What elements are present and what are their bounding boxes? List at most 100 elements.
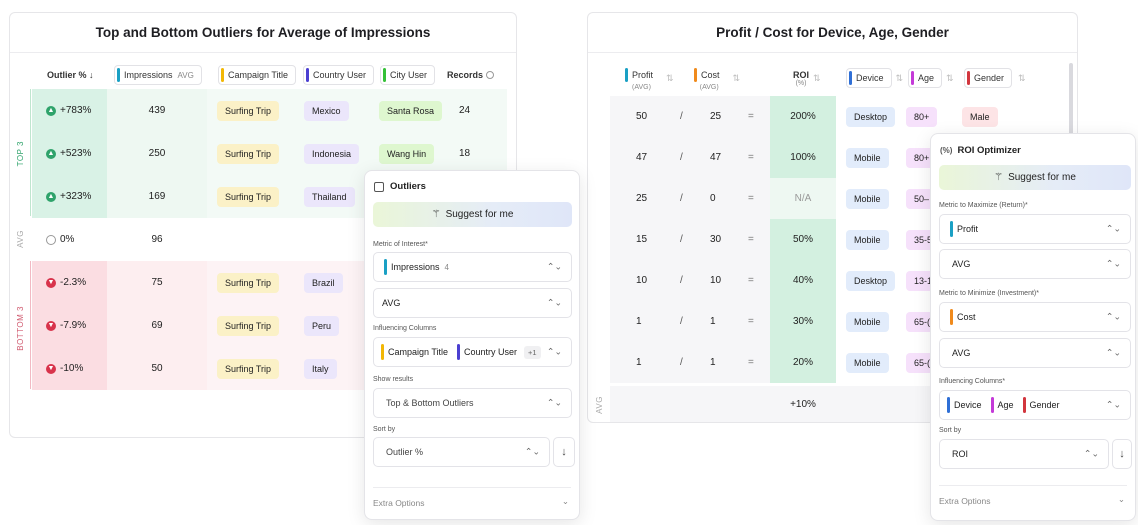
- chevron-down-icon[interactable]: ⌄: [1118, 494, 1125, 505]
- arrow-down-icon: ▼: [46, 363, 56, 374]
- device-tag[interactable]: Mobile: [846, 229, 889, 250]
- outliers-card-title: Top and Bottom Outliers for Average of I…: [10, 13, 516, 53]
- roi-value: 50%: [770, 219, 836, 260]
- device-tag[interactable]: Desktop: [846, 270, 896, 291]
- profit-cost-cells: 1 / 1 =: [610, 301, 770, 342]
- outliers-suggest-button[interactable]: ⚚ Suggest for me: [373, 202, 572, 227]
- header-device[interactable]: Device ⇅: [846, 61, 903, 95]
- maximize-select[interactable]: Profit ⌃⌄: [939, 214, 1131, 244]
- profit-value: 47: [636, 152, 648, 163]
- device-tag[interactable]: Mobile: [846, 188, 889, 209]
- campaign-tag[interactable]: Surfing Trip: [217, 272, 280, 293]
- neutral-icon: [46, 234, 56, 245]
- country-tag[interactable]: Indonesia: [304, 143, 360, 164]
- outlier-pct-cell: ▲ +323%: [32, 175, 107, 218]
- header-impressions[interactable]: Impressions AVG: [114, 58, 202, 92]
- campaign-tag[interactable]: Surfing Trip: [217, 315, 280, 336]
- campaign-tag[interactable]: Surfing Trip: [217, 143, 280, 164]
- roi-sort-direction-button[interactable]: ↓: [1112, 439, 1132, 469]
- records-value: 18: [459, 148, 471, 159]
- minimize-select[interactable]: Cost ⌃⌄: [939, 302, 1131, 332]
- extra-options-toggle[interactable]: Extra Options: [373, 498, 425, 508]
- profit-value: 1: [636, 357, 642, 368]
- city-tag[interactable]: Wang Hin: [379, 143, 435, 164]
- header-outlier[interactable]: Outlier % ↓: [47, 58, 94, 92]
- select-caret-icon: ⌃⌄: [1105, 399, 1121, 410]
- cost-value: 0: [710, 193, 716, 204]
- minimize-label: Metric to Minimize (Investment)*: [939, 290, 1039, 297]
- profit-cost-cells: 47 / 47 =: [610, 137, 770, 178]
- country-tag[interactable]: Peru: [304, 315, 340, 336]
- outlier-pct-cell: ▲ +783%: [32, 89, 107, 132]
- avg-group-label: AVG: [16, 230, 25, 248]
- divide-sign: /: [680, 234, 683, 245]
- influencing-label: Influencing Columns: [373, 325, 437, 332]
- divide-sign: /: [680, 275, 683, 286]
- sort-direction-button[interactable]: ↓: [553, 437, 575, 467]
- dimension-cells: Surfing Trip Mexico Santa Rosa 24: [207, 89, 507, 132]
- equals-sign: =: [748, 316, 754, 327]
- header-profit[interactable]: Profit (AVG) ⇅: [623, 61, 674, 95]
- impressions-cell: 96: [107, 218, 207, 261]
- roi-influencing-select[interactable]: Device Age Gender ⌃⌄: [939, 390, 1131, 420]
- city-tag[interactable]: Santa Rosa: [379, 100, 443, 121]
- country-tag[interactable]: Thailand: [304, 186, 355, 207]
- age-tag[interactable]: 80+: [906, 106, 938, 127]
- campaign-tag[interactable]: Surfing Trip: [217, 186, 280, 207]
- header-campaign[interactable]: Campaign Title: [218, 58, 297, 92]
- divide-sign: /: [680, 193, 683, 204]
- header-records[interactable]: Records: [447, 58, 495, 92]
- show-results-select[interactable]: Top & Bottom Outliers ⌃⌄: [373, 388, 572, 418]
- roi-avg-label: AVG: [595, 396, 604, 414]
- influencing-select[interactable]: Campaign Title Country User +1 ⌃⌄: [373, 337, 572, 367]
- profit-cost-cells: 15 / 30 =: [610, 219, 770, 260]
- device-tag[interactable]: Mobile: [846, 311, 889, 332]
- cost-value: 25: [710, 111, 722, 122]
- arrow-up-icon: ▲: [46, 191, 56, 202]
- device-tag[interactable]: Mobile: [846, 147, 889, 168]
- header-city[interactable]: City User: [380, 58, 436, 92]
- roi-card-title: Profit / Cost for Device, Age, Gender: [588, 13, 1077, 53]
- outlier-pct-cell: 0%: [32, 218, 107, 261]
- select-caret-icon: ⌃⌄: [1083, 448, 1099, 459]
- campaign-tag[interactable]: Surfing Trip: [217, 100, 280, 121]
- records-value: 24: [459, 105, 471, 116]
- country-tag[interactable]: Italy: [304, 358, 337, 379]
- header-country[interactable]: Country User: [303, 58, 375, 92]
- roi-suggest-button[interactable]: ⚚ Suggest for me: [939, 165, 1131, 190]
- metric-agg-select[interactable]: AVG ⌃⌄: [373, 288, 572, 318]
- show-results-label: Show results: [373, 376, 414, 383]
- metric-select[interactable]: Impressions 4 ⌃⌄: [373, 252, 572, 282]
- sort-select[interactable]: Outlier % ⌃⌄: [373, 437, 550, 467]
- impressions-cell: 169: [107, 175, 207, 218]
- header-cost[interactable]: Cost (AVG) ⇅: [692, 61, 740, 95]
- minimize-agg-select[interactable]: AVG ⌃⌄: [939, 338, 1131, 368]
- roi-extra-options-toggle[interactable]: Extra Options: [939, 496, 991, 506]
- profit-cost-cells: 25 / 0 =: [610, 178, 770, 219]
- equals-sign: =: [748, 234, 754, 245]
- country-tag[interactable]: Mexico: [304, 100, 349, 121]
- equals-sign: =: [748, 193, 754, 204]
- device-tag[interactable]: Desktop: [846, 106, 896, 127]
- gender-tag[interactable]: Male: [962, 106, 998, 127]
- dimension-cells: Surfing Trip Indonesia Wang Hin 18: [207, 132, 507, 175]
- device-tag[interactable]: Mobile: [846, 352, 889, 373]
- campaign-tag[interactable]: Surfing Trip: [217, 358, 280, 379]
- divide-sign: /: [680, 316, 683, 327]
- cost-value: 1: [710, 316, 716, 327]
- header-gender[interactable]: Gender ⇅: [964, 61, 1026, 95]
- maximize-agg-select[interactable]: AVG ⌃⌄: [939, 249, 1131, 279]
- cost-value: 10: [710, 275, 722, 286]
- select-caret-icon: ⌃⌄: [546, 297, 562, 308]
- chevron-down-icon[interactable]: ⌄: [562, 496, 569, 507]
- arrow-down-icon: ▼: [46, 277, 56, 288]
- roi-value: 100%: [770, 137, 836, 178]
- sort-label: Sort by: [373, 426, 396, 433]
- header-roi[interactable]: ROI (%) ⇅: [793, 61, 821, 95]
- country-tag[interactable]: Brazil: [304, 272, 343, 293]
- roi-sort-select[interactable]: ROI ⌃⌄: [939, 439, 1109, 469]
- profit-value: 15: [636, 234, 648, 245]
- profit-value: 50: [636, 111, 648, 122]
- impressions-cell: 439: [107, 89, 207, 132]
- header-age[interactable]: Age ⇅: [908, 61, 954, 95]
